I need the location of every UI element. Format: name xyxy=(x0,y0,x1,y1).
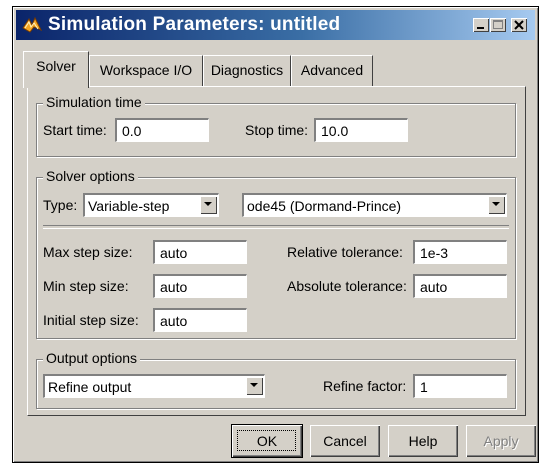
stop-time-input[interactable]: 10.0 xyxy=(314,118,408,142)
minimize-button[interactable] xyxy=(473,18,489,32)
min-step-size-input[interactable]: auto xyxy=(153,274,247,298)
maximize-button[interactable] xyxy=(490,18,506,32)
solver-method-dropdown-button[interactable] xyxy=(488,196,505,214)
title-bar[interactable]: Simulation Parameters: untitled xyxy=(16,10,535,40)
absolute-tolerance-input[interactable]: auto xyxy=(413,274,507,298)
start-time-input[interactable]: 0.0 xyxy=(115,118,209,142)
initial-step-size-input[interactable]: auto xyxy=(153,308,247,332)
solver-method-select[interactable]: ode45 (Dormand-Prince) xyxy=(242,193,507,217)
maximize-icon xyxy=(493,20,503,29)
simulation-time-title: Simulation time xyxy=(43,94,145,110)
tab-diagnostics[interactable]: Diagnostics xyxy=(203,55,291,86)
solver-type-value: Variable-step xyxy=(88,198,170,214)
solver-panel: Simulation time Start time: 0.0 Stop tim… xyxy=(27,86,526,416)
simulation-parameters-dialog: Simulation Parameters: untitled Solver W… xyxy=(12,6,539,463)
min-step-size-label: Min step size: xyxy=(43,278,129,294)
solver-type-dropdown-button[interactable] xyxy=(200,196,217,214)
simulation-time-group: Simulation time Start time: 0.0 Stop tim… xyxy=(36,94,516,157)
close-button[interactable] xyxy=(511,18,527,32)
output-options-title: Output options xyxy=(43,350,141,366)
apply-button[interactable]: Apply xyxy=(466,425,536,457)
simulink-icon xyxy=(22,16,43,34)
help-button[interactable]: Help xyxy=(388,425,458,457)
solver-options-separator xyxy=(43,225,509,229)
close-icon xyxy=(514,20,524,30)
output-mode-value: Refine output xyxy=(48,379,132,395)
chevron-down-icon xyxy=(492,202,500,206)
solver-method-value: ode45 (Dormand-Prince) xyxy=(247,198,402,214)
output-mode-select[interactable]: Refine output xyxy=(43,374,265,398)
absolute-tolerance-label: Absolute tolerance: xyxy=(287,278,407,294)
tab-workspace-io[interactable]: Workspace I/O xyxy=(89,55,203,86)
chevron-down-icon xyxy=(204,202,212,206)
initial-step-size-label: Initial step size: xyxy=(43,312,139,328)
refine-factor-input[interactable]: 1 xyxy=(413,374,507,398)
output-options-group: Output options Refine output Refine fact… xyxy=(36,350,516,409)
tab-solver[interactable]: Solver xyxy=(23,51,89,88)
refine-factor-label: Refine factor: xyxy=(323,378,407,394)
window-title: Simulation Parameters: untitled xyxy=(48,14,341,35)
relative-tolerance-label: Relative tolerance: xyxy=(287,244,403,260)
solver-options-title: Solver options xyxy=(43,168,138,184)
tab-advanced[interactable]: Advanced xyxy=(291,55,373,86)
solver-type-select[interactable]: Variable-step xyxy=(83,193,219,217)
stop-time-label: Stop time: xyxy=(245,122,309,138)
cancel-button[interactable]: Cancel xyxy=(310,425,380,457)
output-mode-dropdown-button[interactable] xyxy=(246,377,263,395)
chevron-down-icon xyxy=(250,383,258,387)
solver-options-group: Solver options Type: Variable-step ode45… xyxy=(36,168,516,339)
ok-button[interactable]: OK xyxy=(232,425,302,457)
max-step-size-label: Max step size: xyxy=(43,244,133,260)
max-step-size-input[interactable]: auto xyxy=(153,240,247,264)
minimize-icon xyxy=(477,27,484,29)
relative-tolerance-input[interactable]: 1e-3 xyxy=(413,240,507,264)
start-time-label: Start time: xyxy=(43,122,107,138)
solver-type-label: Type: xyxy=(43,197,78,213)
focus-rectangle xyxy=(237,430,296,451)
